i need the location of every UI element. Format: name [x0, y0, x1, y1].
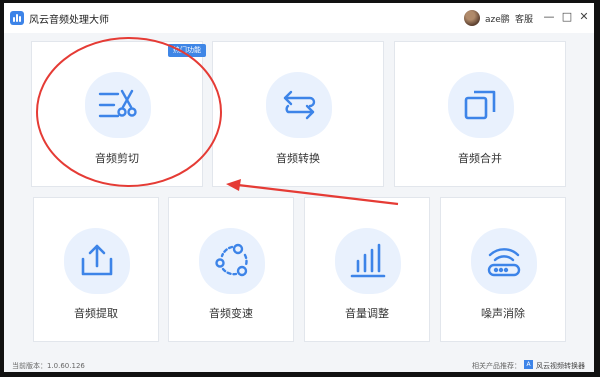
tool-label: 音频转换 — [276, 152, 320, 165]
tool-card-audio-convert[interactable]: 音频转换 — [212, 41, 384, 187]
recommend-label: 相关产品推荐： — [472, 362, 521, 370]
maximize-button[interactable]: □ — [559, 9, 575, 25]
tool-card-audio-extract[interactable]: 音频提取 — [33, 197, 159, 342]
app-title: 风云音频处理大师 — [29, 15, 109, 26]
username[interactable]: aze鹏 — [485, 12, 510, 25]
tool-label: 音量调整 — [345, 307, 389, 320]
noise-wifi-icon — [487, 248, 521, 277]
tool-label: 音频提取 — [74, 307, 118, 320]
tool-icon-bg — [85, 72, 151, 138]
extract-upload-icon — [81, 244, 113, 276]
tool-label: 噪声消除 — [481, 307, 525, 320]
tool-card-audio-speed[interactable]: 音频变速 — [168, 197, 294, 342]
tool-card-noise-removal[interactable]: 噪声消除 — [440, 197, 566, 342]
tool-card-audio-merge[interactable]: 音频合并 — [394, 41, 566, 187]
customer-service-link[interactable]: 客服 — [515, 12, 533, 25]
recommended-product-link[interactable]: 风云视频转换器 — [536, 361, 585, 371]
title-bar: 风云音频处理大师 aze鹏 客服 — □ ✕ — [4, 3, 594, 33]
tool-card-audio-cut[interactable]: 音频剪切 — [31, 41, 203, 187]
speed-nodes-icon — [215, 243, 248, 277]
volume-bars-icon — [350, 243, 386, 278]
convert-arrows-icon — [283, 90, 316, 120]
avatar[interactable] — [464, 10, 480, 26]
tool-label: 音频合并 — [458, 152, 502, 165]
tool-icon-bg — [199, 228, 265, 294]
app-window: 风云音频处理大师 aze鹏 客服 — □ ✕ 音频剪切 音频转换 音频合并 音频… — [4, 3, 594, 372]
tool-icon-bg — [448, 72, 514, 138]
merge-squares-icon — [464, 90, 496, 120]
product-icon: A — [524, 360, 533, 369]
minimize-button[interactable]: — — [541, 9, 557, 25]
scissors-icon — [98, 89, 137, 118]
tool-icon-bg — [471, 228, 537, 294]
close-button[interactable]: ✕ — [576, 9, 592, 25]
tool-icon-bg — [266, 72, 332, 138]
version-text: 当前版本：1.0.60.126 — [12, 362, 85, 370]
hot-feature-badge: 热门功能 — [168, 44, 206, 57]
tool-icon-bg — [335, 228, 401, 294]
tool-label: 音频剪切 — [95, 152, 139, 165]
tool-label: 音频变速 — [209, 307, 253, 320]
tool-card-volume-adjust[interactable]: 音量调整 — [304, 197, 430, 342]
tool-icon-bg — [64, 228, 130, 294]
app-logo-icon — [10, 11, 24, 25]
